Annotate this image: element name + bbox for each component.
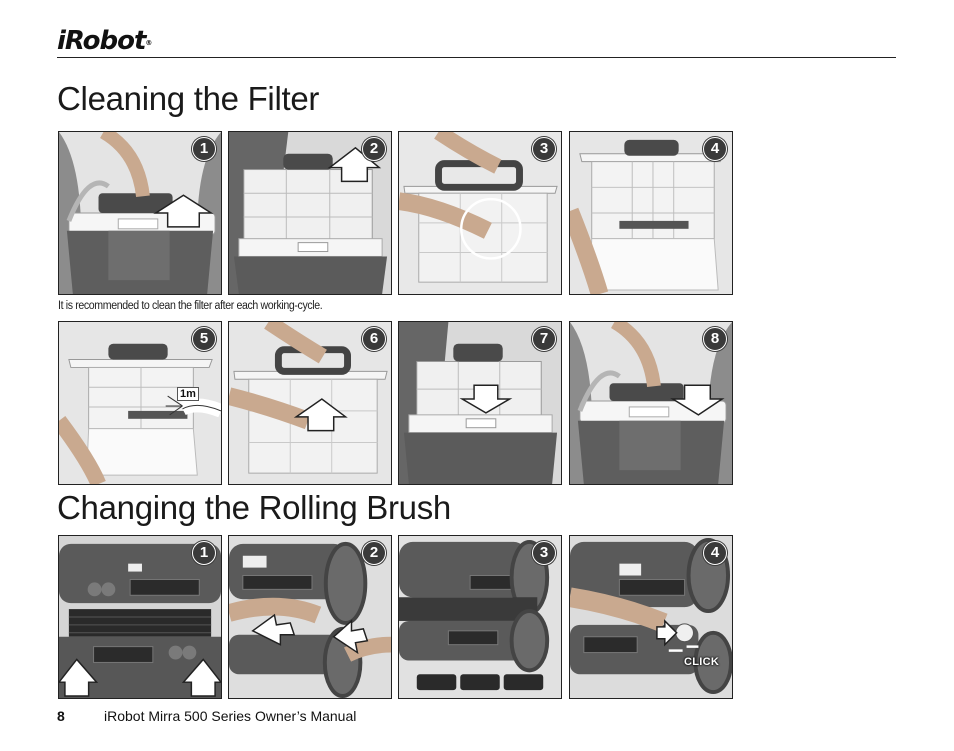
logo-text: iRobot xyxy=(57,26,146,56)
brush-step-2-photo: 2 xyxy=(228,535,392,699)
irobot-logo: iRobot® xyxy=(57,26,152,56)
rolling-brush-icon xyxy=(416,674,544,691)
step-number-badge: 1 xyxy=(192,137,216,161)
filter-cleaning-note: It is recommended to clean the filter af… xyxy=(58,300,323,312)
step-number-badge: 2 xyxy=(362,541,386,565)
page-number: 8 xyxy=(57,708,65,724)
header-rule xyxy=(57,57,896,58)
filter-step-2-photo: 2 xyxy=(228,131,392,295)
filter-step-4-photo: 4 xyxy=(569,131,733,295)
step-number-badge: 3 xyxy=(532,541,556,565)
step-number-badge: 2 xyxy=(362,137,386,161)
step-number-badge: 1 xyxy=(192,541,216,565)
section-title-changing-brush: Changing the Rolling Brush xyxy=(57,489,451,526)
step-number-badge: 5 xyxy=(192,327,216,351)
registered-mark: ® xyxy=(145,39,152,47)
step-number-badge: 3 xyxy=(532,137,556,161)
brush-step-3-photo: 3 xyxy=(398,535,562,699)
brush-gear-icon xyxy=(675,623,694,643)
filter-step-6-photo: 6 xyxy=(228,321,392,485)
step-number-badge: 7 xyxy=(532,327,556,351)
filter-step-3-photo: 3 xyxy=(398,131,562,295)
step-number-badge: 4 xyxy=(703,137,727,161)
section-title-cleaning-filter: Cleaning the Filter xyxy=(57,80,320,117)
step-number-badge: 8 xyxy=(703,327,727,351)
filter-step-7-photo: 7 xyxy=(398,321,562,485)
brush-step-4-photo: CLICK 4 xyxy=(569,535,733,699)
click-label: CLICK xyxy=(684,656,720,668)
step-number-badge: 4 xyxy=(703,541,727,565)
filter-step-5-photo: 1m 5 xyxy=(58,321,222,485)
step-number-badge: 6 xyxy=(362,327,386,351)
brush-step-1-photo: 1 xyxy=(58,535,222,699)
footer-manual-title: iRobot Mirra 500 Series Owner’s Manual xyxy=(104,708,357,724)
distance-label: 1m xyxy=(177,387,199,401)
filter-step-1-photo: 1 xyxy=(58,131,222,295)
filter-step-8-photo: 8 xyxy=(569,321,733,485)
